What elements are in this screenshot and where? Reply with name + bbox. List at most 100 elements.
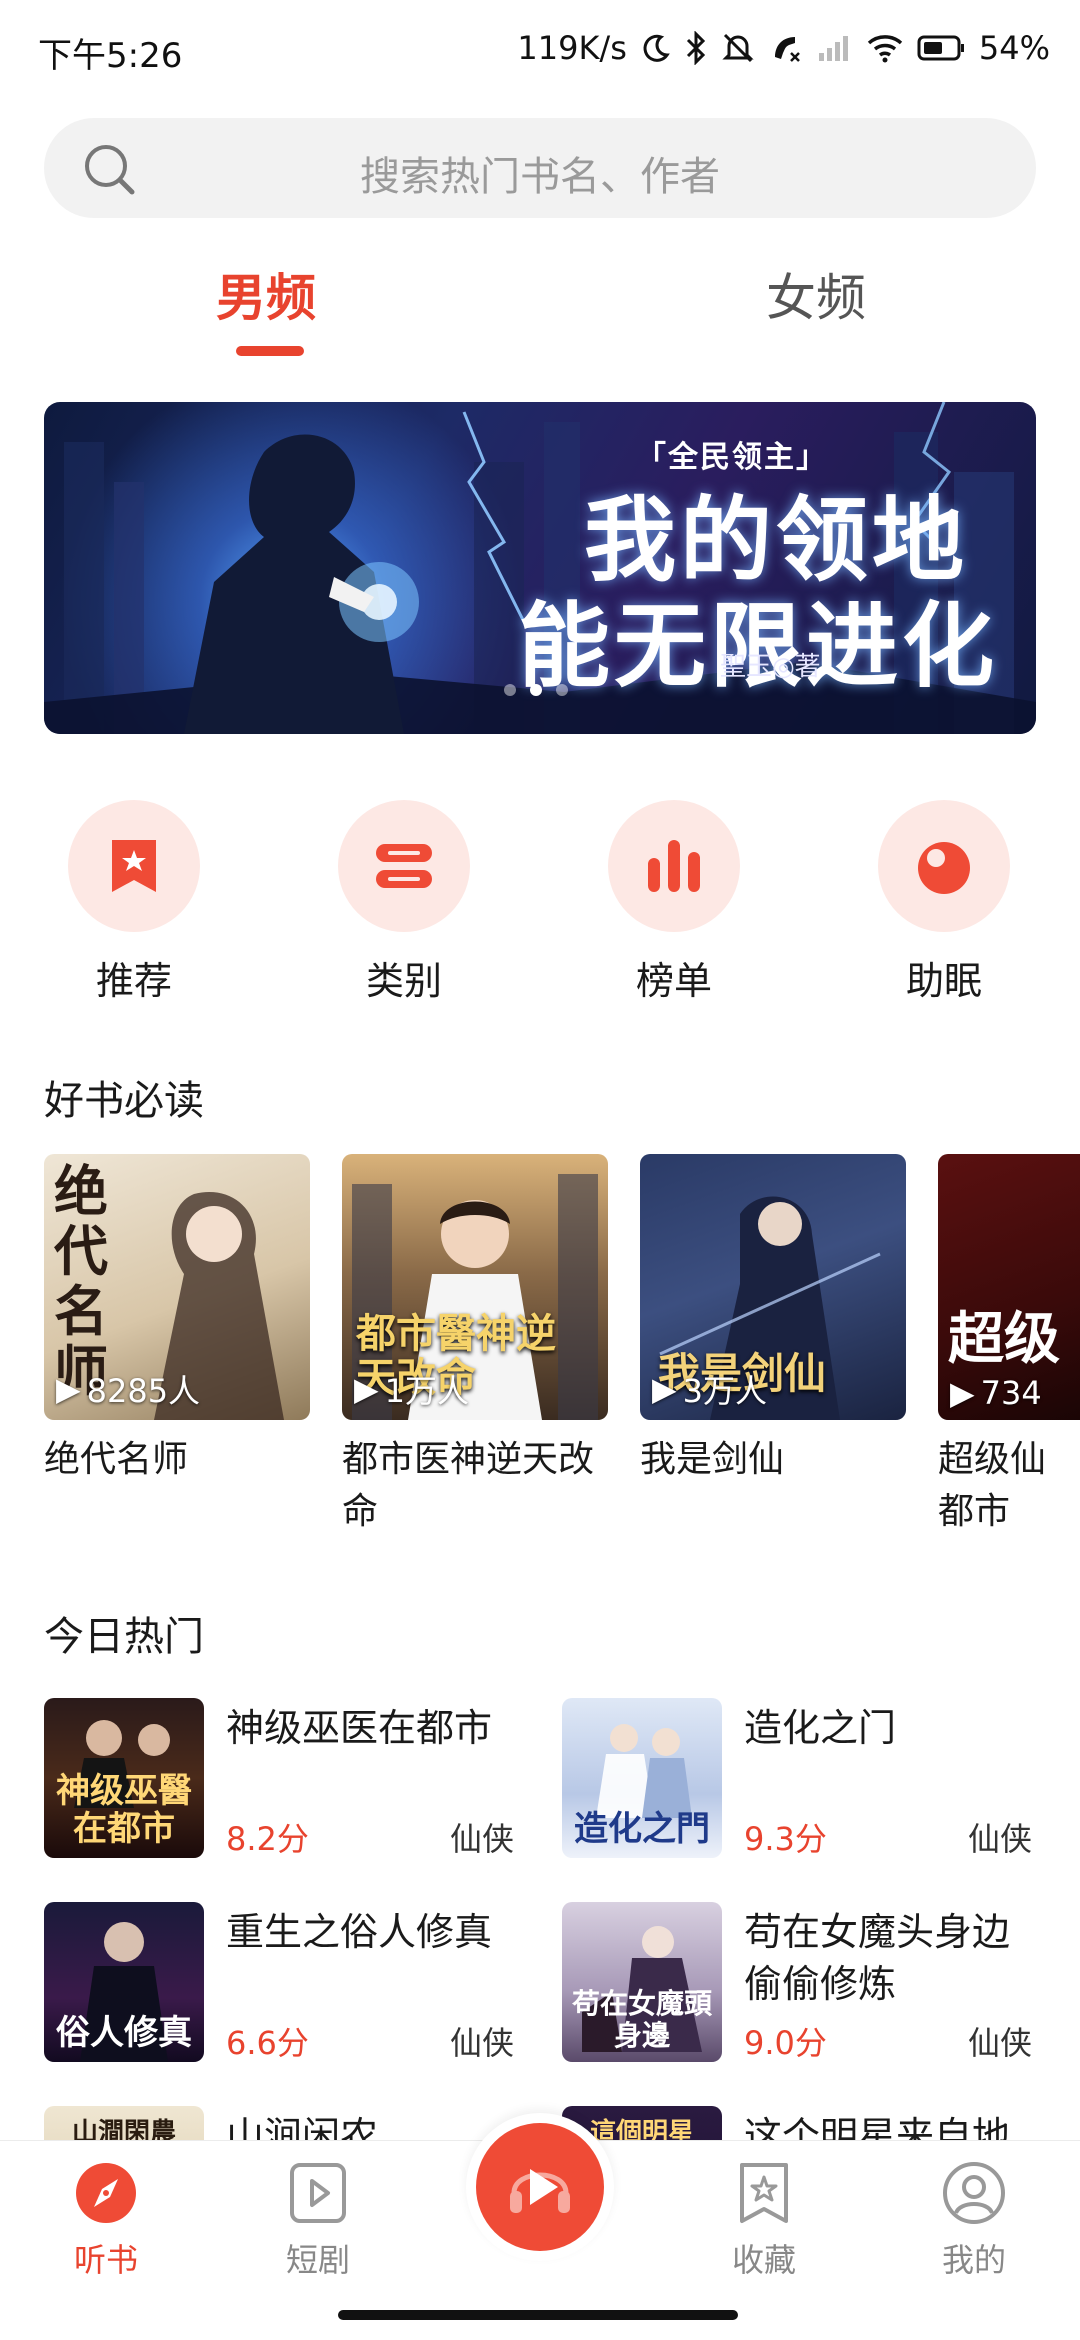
banner-dot: [556, 684, 568, 696]
category-icon: [376, 844, 432, 888]
quick-nav-circle: [878, 800, 1010, 932]
section-title-must-read: 好书必读: [44, 1078, 204, 1124]
banner-character-figure: [184, 434, 419, 734]
section-title-hot-today: 今日热门: [44, 1614, 204, 1660]
book-cover: 超级 ▶ 734: [938, 1154, 1080, 1420]
nav-favorites[interactable]: 收藏: [694, 2161, 834, 2281]
nav-player[interactable]: [466, 2113, 614, 2261]
hot-book-genre: 仙侠: [449, 1820, 514, 1858]
ranking-icon: [648, 840, 700, 892]
search-placeholder: 搜索热门书名、作者: [360, 154, 720, 200]
promo-banner[interactable]: 「全民领主」 我的领地 能无限进化 聖玉◎著: [44, 402, 1036, 734]
quick-nav-circle: [68, 800, 200, 932]
hot-book-score: 8.2分: [226, 1820, 309, 1858]
hot-book-score: 9.0分: [744, 2024, 827, 2062]
book-title: 绝代名师: [44, 1439, 189, 1480]
hot-book-genre: 仙侠: [967, 2024, 1032, 2062]
play-count-value: 1万人: [384, 1372, 469, 1410]
quick-nav-category[interactable]: 类别: [314, 800, 494, 1005]
play-count-value: 734: [980, 1374, 1042, 1412]
book-card[interactable]: 我是剑仙 ▶ 3万人 我是剑仙: [640, 1154, 906, 1486]
tab-active-indicator: [236, 346, 304, 356]
hot-book-title: 神级巫医在都市: [226, 1706, 493, 1750]
play-count-value: 8285人: [86, 1372, 201, 1410]
battery-level: 54%: [978, 29, 1050, 67]
user-icon: [943, 2162, 1005, 2224]
status-time: 下午5:26: [38, 36, 183, 76]
play-count-value: 3万人: [682, 1372, 767, 1410]
book-cover: 苟在女魔頭身邊: [562, 1902, 722, 2062]
nav-label: 短剧: [285, 2241, 350, 2279]
tab-male[interactable]: 男频: [216, 258, 316, 330]
player-button[interactable]: [476, 2123, 604, 2251]
play-count: ▶ 3万人: [652, 1366, 767, 1412]
quick-nav-circle: [338, 800, 470, 932]
quick-nav-sleep[interactable]: 助眠: [854, 800, 1034, 1005]
moon-sleep-icon: [918, 842, 970, 894]
moon-icon: [643, 34, 670, 62]
compass-icon: [76, 2163, 136, 2223]
book-card[interactable]: 都市醫神逆天改命 ▶ 1万人 都市医神逆天改命: [342, 1154, 608, 1538]
play-count: ▶ 1万人: [354, 1366, 469, 1412]
play-count: ▶ 734: [950, 1374, 1042, 1412]
quick-nav-circle: [608, 800, 740, 932]
nav-profile[interactable]: 我的: [904, 2161, 1044, 2281]
hot-book-score: 9.3分: [744, 1820, 827, 1858]
nav-label: 收藏: [731, 2241, 796, 2279]
network-speed: 119K/s: [517, 29, 627, 67]
hot-book-item[interactable]: 苟在女魔頭身邊 苟在女魔头身边偷偷修炼 9.0分 仙侠: [562, 1902, 1032, 2062]
play-icon: ▶: [56, 1370, 81, 1408]
hot-book-title: 造化之门: [744, 1706, 897, 1750]
hot-book-title: 重生之俗人修真: [226, 1910, 493, 1954]
hot-book-score: 6.6分: [226, 2024, 309, 2062]
banner-dot: [504, 684, 516, 696]
hot-book-genre: 仙侠: [449, 2024, 514, 2062]
status-bar: 下午5:26 119K/s 54%: [0, 0, 1080, 100]
banner-title-line2: 能无限进化: [518, 593, 999, 700]
cover-title: 苟在女魔頭身邊: [571, 1987, 712, 2052]
quick-nav-ranking[interactable]: 榜单: [584, 800, 764, 1005]
quick-nav-label: 榜单: [635, 959, 712, 1003]
book-cover: 绝代名师 ▶ 8285人: [44, 1154, 310, 1420]
bluetooth-icon: [686, 31, 705, 65]
tab-female[interactable]: 女频: [766, 258, 866, 330]
hot-book-item[interactable]: 造化之門 造化之门 9.3分 仙侠: [562, 1698, 1032, 1858]
book-title: 超级仙都市: [938, 1439, 1047, 1532]
battery-icon: [917, 35, 964, 61]
cover-title: 神级巫醫在都市: [56, 1771, 192, 1849]
book-card[interactable]: 绝代名师 ▶ 8285人 绝代名师: [44, 1154, 310, 1486]
book-cover: 我是剑仙 ▶ 3万人: [640, 1154, 906, 1420]
book-card[interactable]: 超级 ▶ 734 超级仙都市: [938, 1154, 1080, 1538]
quick-nav-label: 助眠: [905, 959, 982, 1003]
play-icon: ▶: [950, 1374, 975, 1412]
book-cover: 都市醫神逆天改命 ▶ 1万人: [342, 1154, 608, 1420]
book-cover: 造化之門: [562, 1698, 722, 1858]
cover-title: 俗人修真: [56, 2013, 192, 2053]
quick-nav-label: 推荐: [95, 959, 172, 1003]
hot-book-title: 苟在女魔头身边偷偷修炼: [744, 1910, 1011, 2006]
nav-label: 听书: [73, 2241, 138, 2279]
nav-listen[interactable]: 听书: [36, 2161, 176, 2281]
banner-pagination: [504, 684, 568, 696]
cover-title: 造化之門: [574, 1809, 710, 1849]
video-icon: [290, 2163, 346, 2223]
status-icons: 119K/s 54%: [517, 26, 1050, 70]
hot-book-item[interactable]: 俗人修真 重生之俗人修真 6.6分 仙侠: [44, 1902, 514, 2062]
cover-title: 超级: [948, 1307, 1060, 1372]
search-bar[interactable]: 搜索热门书名、作者: [44, 118, 1036, 218]
play-count: ▶ 8285人: [56, 1366, 200, 1412]
nav-short-drama[interactable]: 短剧: [248, 2161, 388, 2281]
play-icon: ▶: [354, 1370, 379, 1408]
home-indicator[interactable]: [338, 2310, 738, 2320]
quick-nav-recommend[interactable]: 推荐: [44, 800, 224, 1005]
book-title: 我是剑仙: [640, 1439, 785, 1480]
banner-author: 聖玉◎著: [720, 652, 821, 682]
book-title: 都市医神逆天改命: [342, 1439, 595, 1532]
book-cover: 神级巫醫在都市: [44, 1698, 204, 1858]
nav-label: 我的: [941, 2241, 1006, 2279]
star-bookmark-icon: [740, 2163, 788, 2223]
hot-book-item[interactable]: 神级巫醫在都市 神级巫医在都市 8.2分 仙侠: [44, 1698, 514, 1858]
mute-bell-icon: [722, 33, 754, 63]
bookmark-star-icon: [112, 840, 156, 892]
wifi-icon: [867, 35, 903, 63]
